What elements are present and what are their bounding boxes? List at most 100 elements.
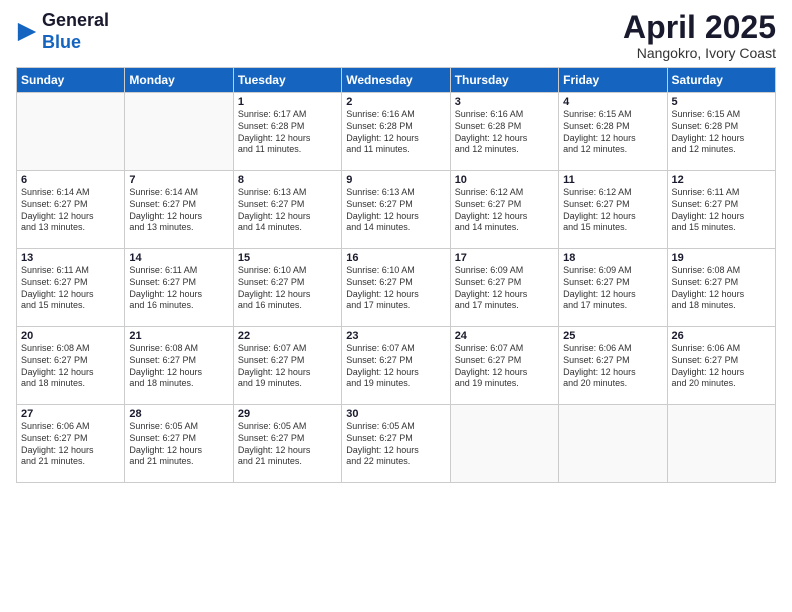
day-number: 3 — [455, 96, 554, 108]
day-info: Sunrise: 6:08 AM Sunset: 6:27 PM Dayligh… — [672, 265, 771, 312]
day-number: 25 — [563, 330, 662, 342]
day-info: Sunrise: 6:15 AM Sunset: 6:28 PM Dayligh… — [672, 109, 771, 156]
day-number: 12 — [672, 174, 771, 186]
day-info: Sunrise: 6:09 AM Sunset: 6:27 PM Dayligh… — [563, 265, 662, 312]
day-number: 29 — [238, 408, 337, 420]
day-info: Sunrise: 6:05 AM Sunset: 6:27 PM Dayligh… — [129, 421, 228, 468]
table-row: 30Sunrise: 6:05 AM Sunset: 6:27 PM Dayli… — [342, 405, 450, 483]
day-number: 4 — [563, 96, 662, 108]
day-number: 8 — [238, 174, 337, 186]
col-monday: Monday — [125, 68, 233, 93]
table-row — [17, 93, 125, 171]
day-info: Sunrise: 6:13 AM Sunset: 6:27 PM Dayligh… — [238, 187, 337, 234]
day-number: 26 — [672, 330, 771, 342]
calendar-table: Sunday Monday Tuesday Wednesday Thursday… — [16, 67, 776, 483]
day-info: Sunrise: 6:06 AM Sunset: 6:27 PM Dayligh… — [21, 421, 120, 468]
page: General Blue April 2025 Nangokro, Ivory … — [0, 0, 792, 612]
logo-blue: Blue — [42, 32, 109, 54]
col-tuesday: Tuesday — [233, 68, 341, 93]
day-number: 22 — [238, 330, 337, 342]
calendar-header-row: Sunday Monday Tuesday Wednesday Thursday… — [17, 68, 776, 93]
calendar-week-3: 13 Sunrise: 6:11 AM Sunset: 6:27 PM Dayli… — [17, 249, 776, 327]
day-info: Sunrise: 6:16 AM Sunset: 6:28 PM Dayligh… — [346, 109, 445, 156]
calendar-week-4: 20Sunrise: 6:08 AM Sunset: 6:27 PM Dayli… — [17, 327, 776, 405]
day-info: Sunrise: 6:15 AM Sunset: 6:28 PM Dayligh… — [563, 109, 662, 156]
table-row — [125, 93, 233, 171]
table-row: 28Sunrise: 6:05 AM Sunset: 6:27 PM Dayli… — [125, 405, 233, 483]
table-row: 6Sunrise: 6:14 AM Sunset: 6:27 PM Daylig… — [17, 171, 125, 249]
day-info: Sunrise: 6:12 AM Sunset: 6:27 PM Dayligh… — [563, 187, 662, 234]
table-row: 19Sunrise: 6:08 AM Sunset: 6:27 PM Dayli… — [667, 249, 775, 327]
day-number: 5 — [672, 96, 771, 108]
day-number: 21 — [129, 330, 228, 342]
day-info: Sunrise: 6:12 AM Sunset: 6:27 PM Dayligh… — [455, 187, 554, 234]
day-number: 27 — [21, 408, 120, 420]
day-number: 1 — [238, 96, 337, 108]
table-row: 13Sunrise: 6:11 AM Sunset: 6:27 PM Dayli… — [17, 249, 125, 327]
logo: General Blue — [16, 10, 109, 53]
col-wednesday: Wednesday — [342, 68, 450, 93]
day-info: Sunrise: 6:05 AM Sunset: 6:27 PM Dayligh… — [346, 421, 445, 468]
table-row: 9Sunrise: 6:13 AM Sunset: 6:27 PM Daylig… — [342, 171, 450, 249]
table-row: 29Sunrise: 6:05 AM Sunset: 6:27 PM Dayli… — [233, 405, 341, 483]
day-number: 14 — [129, 252, 228, 264]
table-row: 12Sunrise: 6:11 AM Sunset: 6:27 PM Dayli… — [667, 171, 775, 249]
table-row: 5Sunrise: 6:15 AM Sunset: 6:28 PM Daylig… — [667, 93, 775, 171]
table-row: 26Sunrise: 6:06 AM Sunset: 6:27 PM Dayli… — [667, 327, 775, 405]
day-info: Sunrise: 6:16 AM Sunset: 6:28 PM Dayligh… — [455, 109, 554, 156]
table-row: 3Sunrise: 6:16 AM Sunset: 6:28 PM Daylig… — [450, 93, 558, 171]
table-row: 4Sunrise: 6:15 AM Sunset: 6:28 PM Daylig… — [559, 93, 667, 171]
table-row: 14Sunrise: 6:11 AM Sunset: 6:27 PM Dayli… — [125, 249, 233, 327]
day-info: Sunrise: 6:05 AM Sunset: 6:27 PM Dayligh… — [238, 421, 337, 468]
table-row: 27Sunrise: 6:06 AM Sunset: 6:27 PM Dayli… — [17, 405, 125, 483]
table-row — [667, 405, 775, 483]
day-info: Sunrise: 6:08 AM Sunset: 6:27 PM Dayligh… — [129, 343, 228, 390]
table-row: 18Sunrise: 6:09 AM Sunset: 6:27 PM Dayli… — [559, 249, 667, 327]
table-row: 7Sunrise: 6:14 AM Sunset: 6:27 PM Daylig… — [125, 171, 233, 249]
table-row: 25Sunrise: 6:06 AM Sunset: 6:27 PM Dayli… — [559, 327, 667, 405]
logo-icon — [16, 21, 38, 43]
day-number: 23 — [346, 330, 445, 342]
day-info: Sunrise: 6:14 AM Sunset: 6:27 PM Dayligh… — [21, 187, 120, 234]
table-row: 24Sunrise: 6:07 AM Sunset: 6:27 PM Dayli… — [450, 327, 558, 405]
table-row: 16Sunrise: 6:10 AM Sunset: 6:27 PM Dayli… — [342, 249, 450, 327]
day-info: Sunrise: 6:17 AM Sunset: 6:28 PM Dayligh… — [238, 109, 337, 156]
col-sunday: Sunday — [17, 68, 125, 93]
table-row — [450, 405, 558, 483]
table-row: 23Sunrise: 6:07 AM Sunset: 6:27 PM Dayli… — [342, 327, 450, 405]
logo-general: General — [42, 10, 109, 32]
day-info: Sunrise: 6:14 AM Sunset: 6:27 PM Dayligh… — [129, 187, 228, 234]
day-number: 13 — [21, 252, 120, 264]
table-row: 11Sunrise: 6:12 AM Sunset: 6:27 PM Dayli… — [559, 171, 667, 249]
col-thursday: Thursday — [450, 68, 558, 93]
day-info: Sunrise: 6:07 AM Sunset: 6:27 PM Dayligh… — [238, 343, 337, 390]
day-number: 18 — [563, 252, 662, 264]
title-section: April 2025 Nangokro, Ivory Coast — [623, 10, 776, 61]
day-info: Sunrise: 6:11 AM Sunset: 6:27 PM Dayligh… — [129, 265, 228, 312]
logo-text: General Blue — [42, 10, 109, 53]
day-info: Sunrise: 6:11 AM Sunset: 6:27 PM Dayligh… — [672, 187, 771, 234]
calendar-week-1: 1Sunrise: 6:17 AM Sunset: 6:28 PM Daylig… — [17, 93, 776, 171]
day-info: Sunrise: 6:09 AM Sunset: 6:27 PM Dayligh… — [455, 265, 554, 312]
calendar-week-2: 6Sunrise: 6:14 AM Sunset: 6:27 PM Daylig… — [17, 171, 776, 249]
day-number: 15 — [238, 252, 337, 264]
col-saturday: Saturday — [667, 68, 775, 93]
location: Nangokro, Ivory Coast — [623, 45, 776, 61]
month-title: April 2025 — [623, 10, 776, 45]
table-row: 10Sunrise: 6:12 AM Sunset: 6:27 PM Dayli… — [450, 171, 558, 249]
col-friday: Friday — [559, 68, 667, 93]
table-row: 1Sunrise: 6:17 AM Sunset: 6:28 PM Daylig… — [233, 93, 341, 171]
day-number: 28 — [129, 408, 228, 420]
day-number: 6 — [21, 174, 120, 186]
table-row: 22Sunrise: 6:07 AM Sunset: 6:27 PM Dayli… — [233, 327, 341, 405]
day-number: 16 — [346, 252, 445, 264]
day-info: Sunrise: 6:07 AM Sunset: 6:27 PM Dayligh… — [346, 343, 445, 390]
day-info: Sunrise: 6:06 AM Sunset: 6:27 PM Dayligh… — [563, 343, 662, 390]
day-info: Sunrise: 6:10 AM Sunset: 6:27 PM Dayligh… — [346, 265, 445, 312]
table-row — [559, 405, 667, 483]
day-number: 30 — [346, 408, 445, 420]
day-info: Sunrise: 6:08 AM Sunset: 6:27 PM Dayligh… — [21, 343, 120, 390]
day-info: Sunrise: 6:13 AM Sunset: 6:27 PM Dayligh… — [346, 187, 445, 234]
day-number: 17 — [455, 252, 554, 264]
day-info: Sunrise: 6:07 AM Sunset: 6:27 PM Dayligh… — [455, 343, 554, 390]
